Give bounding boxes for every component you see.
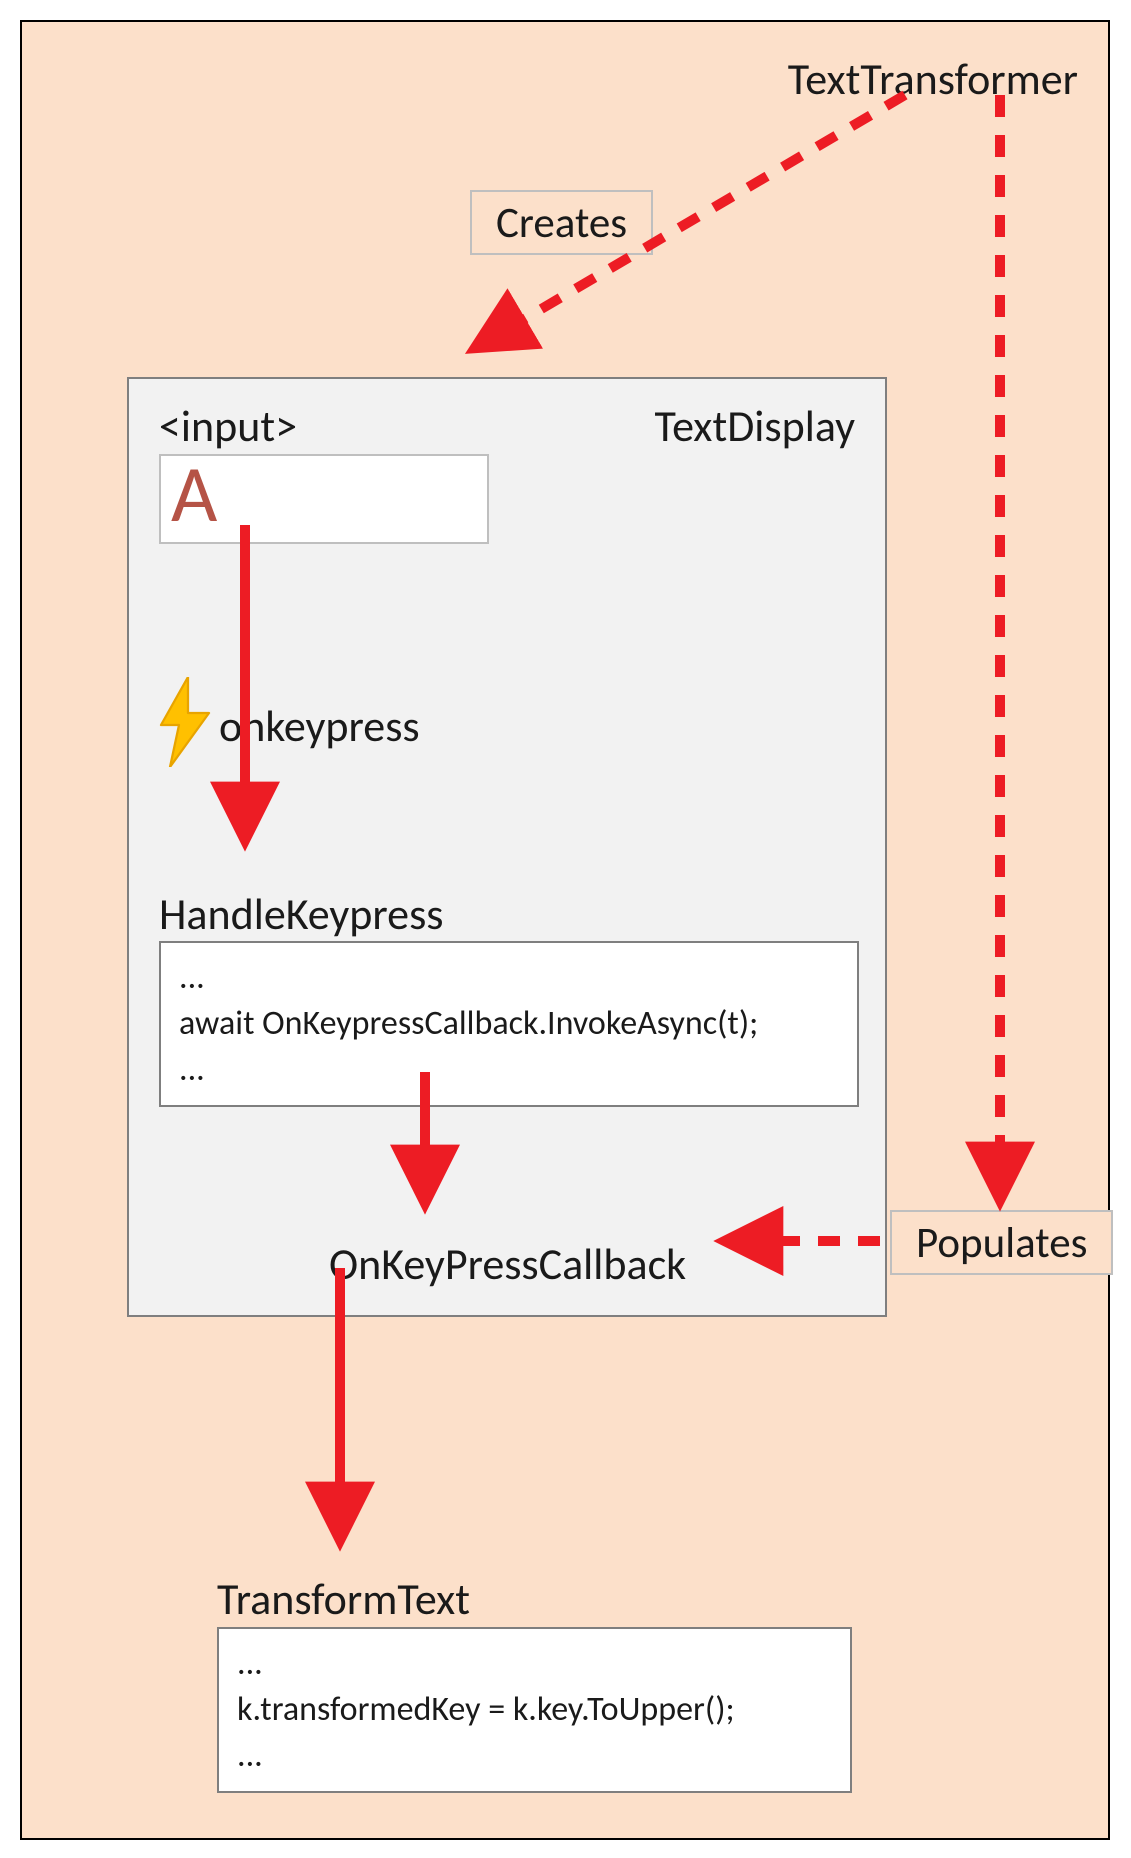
handlekeypress-code-box: ... await OnKeypressCallback.InvokeAsync… [159,941,859,1107]
texttransformer-container: TextTransformer TextDisplay <input> A on… [20,20,1110,1840]
handlekeypress-label: HandleKeypress [159,887,444,941]
onkeypress-event-label: onkeypress [219,699,420,753]
onkeypresscallback-label: OnKeyPressCallback [329,1237,686,1291]
bolt-icon [155,677,215,767]
input-element-box[interactable]: A [159,454,489,544]
input-value: A [171,446,217,543]
populates-relation-label: Populates [890,1210,1113,1275]
diagram-canvas: TextTransformer TextDisplay <input> A on… [0,0,1131,1858]
transformtext-code-box: ... k.transformedKey = k.key.ToUpper(); … [217,1627,852,1793]
textdisplay-title: TextDisplay [655,399,855,453]
input-tag-label: <input> [159,399,297,453]
textdisplay-container: TextDisplay <input> A onkeypress HandleK… [127,377,887,1317]
transformtext-label: TransformText [217,1572,470,1626]
texttransformer-title: TextTransformer [788,52,1078,106]
creates-relation-label: Creates [470,190,653,255]
